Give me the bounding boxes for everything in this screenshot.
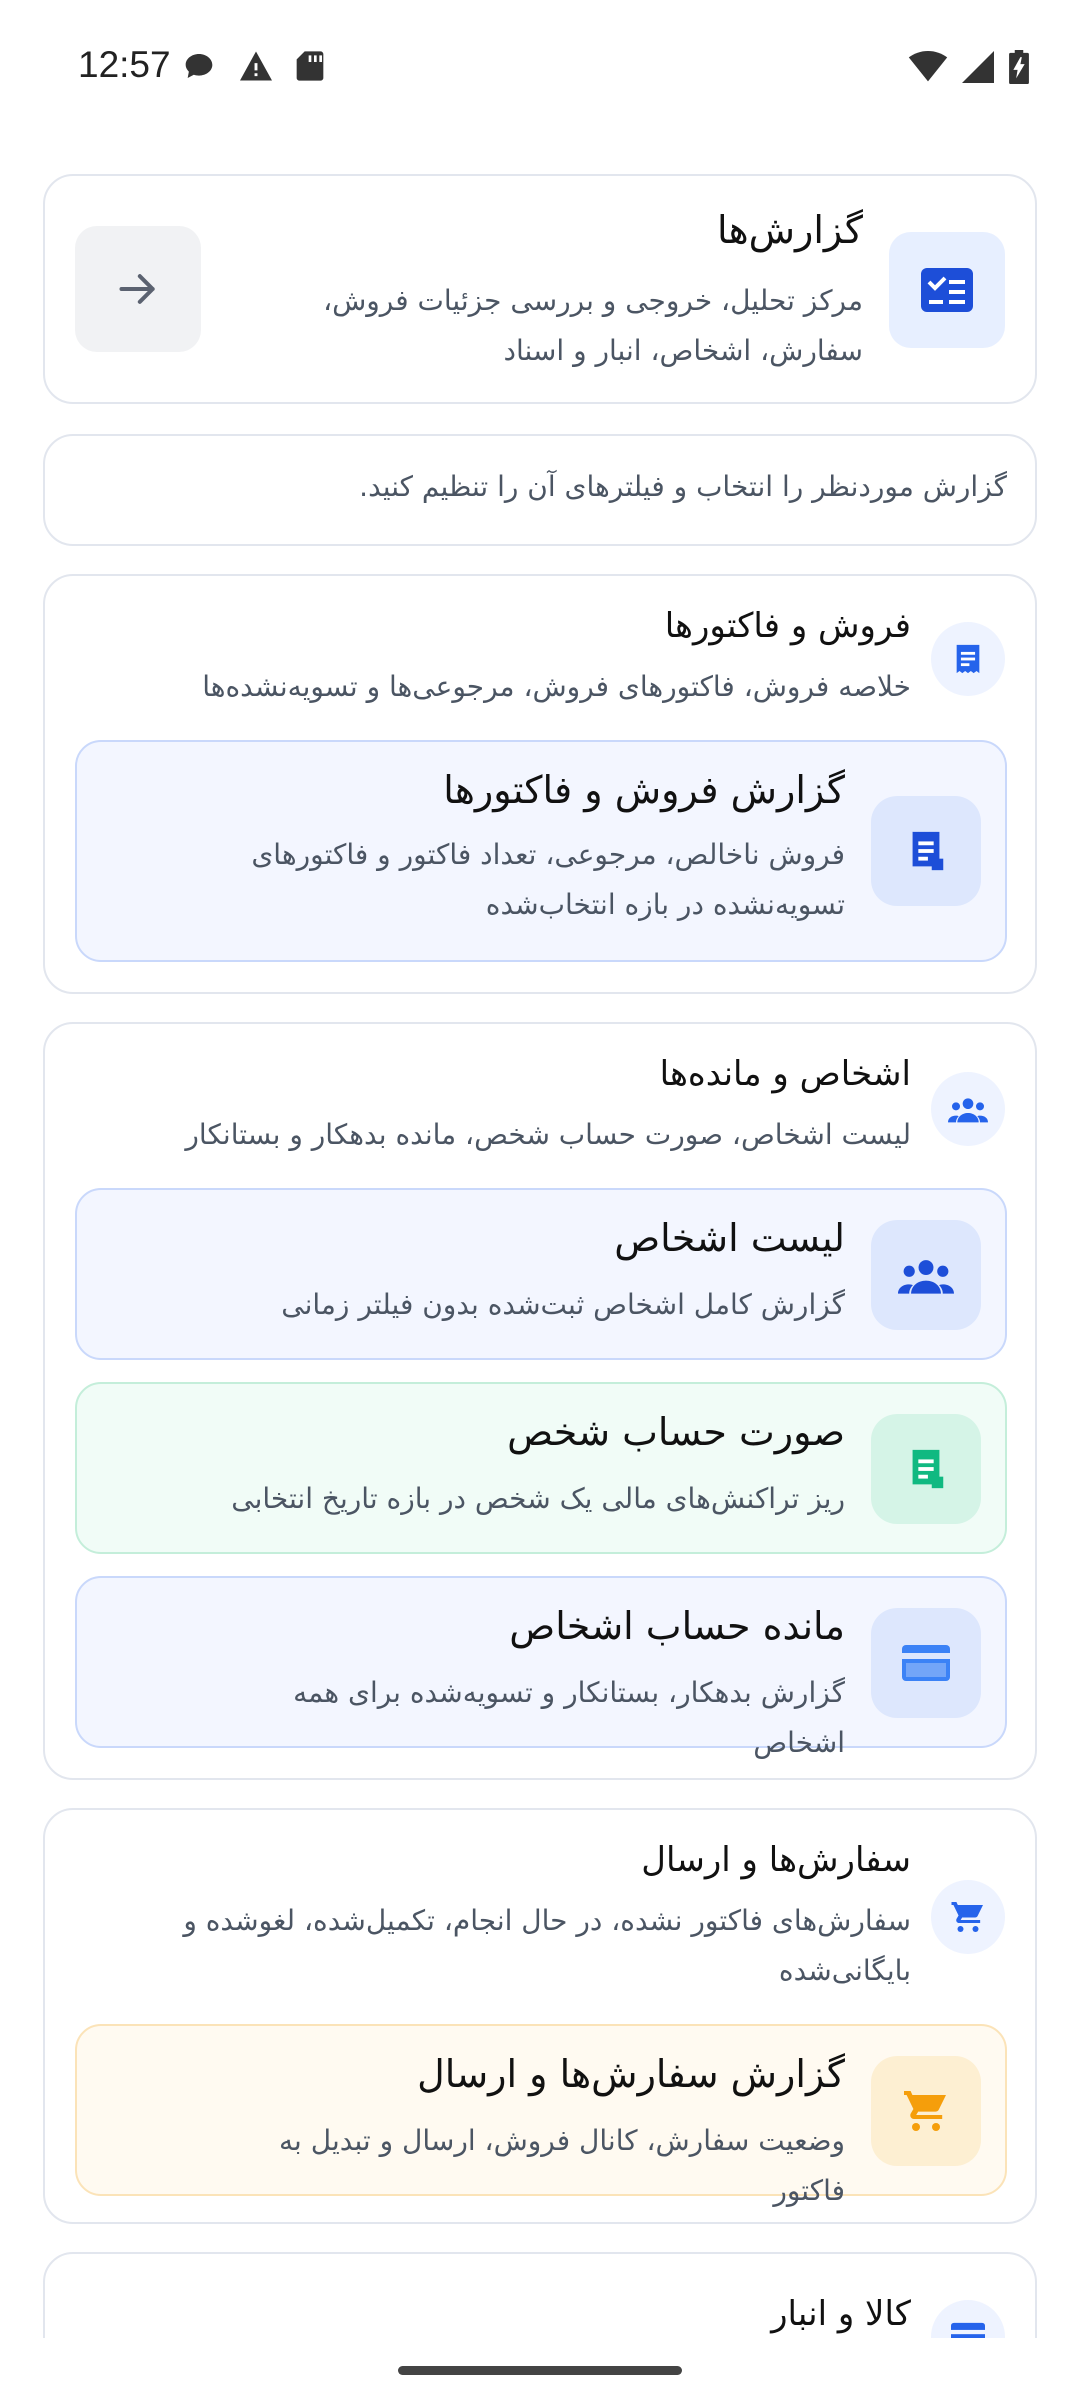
- item-description: گزارش بدهکار، بستانکار و تسویه‌شده برای …: [293, 1676, 845, 1759]
- home-indicator[interactable]: [398, 2366, 682, 2375]
- section-description: سفارش‌های فاکتور نشده، در حال انجام، تکم…: [183, 1904, 911, 1987]
- report-item-sales[interactable]: گزارش فروش و فاکتورها فروش ناخالص، مرجوع…: [75, 740, 1007, 962]
- section-people: اشخاص و مانده‌ها لیست اشخاص، صورت حساب ش…: [43, 1022, 1037, 1780]
- section-description: خلاصه فروش، فاکتورهای فروش، مرجوعی‌ها و …: [202, 670, 911, 703]
- header-card: گزارش‌ها مرکز تحلیل، خروجی و بررسی جزئیا…: [43, 174, 1037, 404]
- report-item-people-balance[interactable]: مانده حساب اشخاص گزارش بدهکار، بستانکار …: [75, 1576, 1007, 1759]
- arrow-right-button[interactable]: [75, 226, 201, 352]
- section-title: سفارش‌ها و ارسال: [641, 1840, 911, 1880]
- receipt-icon: [871, 1414, 981, 1524]
- item-description: ریز تراکنش‌های مالی یک شخص در بازه تاریخ…: [231, 1482, 845, 1515]
- section-sales: فروش و فاکتورها خلاصه فروش، فاکتورهای فر…: [43, 574, 1037, 994]
- chat-bubble-icon: [182, 50, 216, 86]
- people-icon: [871, 1220, 981, 1330]
- arrow-right-icon: [119, 274, 155, 304]
- item-title: مانده حساب اشخاص: [509, 1604, 845, 1648]
- signal-icon: [962, 51, 994, 87]
- section-title: اشخاص و مانده‌ها: [659, 1054, 911, 1094]
- instruction-text: گزارش موردنظر را انتخاب و فیلترهای آن را…: [359, 470, 1007, 503]
- battery-charging-icon: [1008, 50, 1030, 88]
- item-description: فروش ناخالص، مرجوعی، تعداد فاکتور و فاکت…: [251, 838, 845, 921]
- page-description: مرکز تحلیل، خروجی و بررسی جزئیات فروش، س…: [323, 284, 863, 367]
- report-item-person-statement[interactable]: صورت حساب شخص ریز تراکنش‌های مالی یک شخص…: [75, 1382, 1007, 1554]
- page-title: گزارش‌ها: [717, 208, 863, 252]
- section-description: لیست اشخاص، صورت حساب شخص، مانده بدهکار …: [185, 1118, 911, 1151]
- sd-card-icon: [296, 50, 324, 86]
- cart-icon: [931, 1880, 1005, 1954]
- item-title: صورت حساب شخص: [507, 1410, 845, 1454]
- people-icon: [931, 1072, 1005, 1146]
- receipt-icon: [871, 796, 981, 906]
- item-title: گزارش فروش و فاکتورها: [443, 768, 845, 812]
- section-title: کالا و انبار: [771, 2294, 911, 2334]
- status-time: 12:57: [78, 44, 171, 85]
- report-item-people-list[interactable]: لیست اشخاص گزارش کامل اشخاص ثبت‌شده بدون…: [75, 1188, 1007, 1360]
- instruction-card: گزارش موردنظر را انتخاب و فیلترهای آن را…: [43, 434, 1037, 546]
- receipt-icon: [931, 622, 1005, 696]
- checklist-icon: [889, 232, 1005, 348]
- status-bar: 12:57: [0, 0, 1080, 136]
- item-description: گزارش کامل اشخاص ثبت‌شده بدون فیلتر زمان…: [281, 1288, 845, 1321]
- report-item-orders[interactable]: گزارش سفارش‌ها و ارسال وضعیت سفارش، کانا…: [75, 2024, 1007, 2207]
- cart-icon: [871, 2056, 981, 2166]
- credit-card-icon: [871, 1608, 981, 1718]
- item-description: وضعیت سفارش، کانال فروش، ارسال و تبدیل ب…: [279, 2124, 845, 2207]
- warning-icon: [238, 50, 274, 86]
- item-title: لیست اشخاص: [614, 1216, 845, 1260]
- wifi-icon: [908, 51, 948, 87]
- item-title: گزارش سفارش‌ها و ارسال: [417, 2052, 845, 2096]
- section-orders: سفارش‌ها و ارسال سفارش‌های فاکتور نشده، …: [43, 1808, 1037, 2224]
- section-title: فروش و فاکتورها: [664, 606, 911, 646]
